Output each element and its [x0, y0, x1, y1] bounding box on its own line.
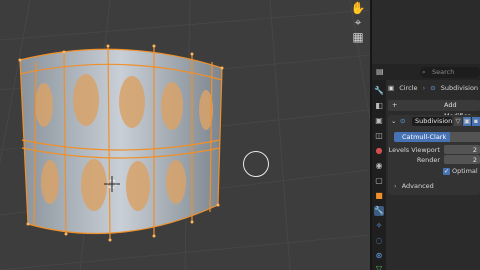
add-modifier-button[interactable]: + Add Modifier — [388, 100, 480, 120]
catmull-clark-button[interactable]: Catmull-Clark — [394, 132, 450, 142]
optimal-display-label: Optimal Dis — [452, 167, 480, 175]
simple-button[interactable] — [450, 132, 480, 142]
grid-icon[interactable]: ▦ — [350, 29, 366, 45]
levels-viewport-row: Levels Viewport 2 — [388, 145, 480, 155]
tab-render[interactable]: ◧ — [374, 101, 384, 111]
search-icon: ⌕ — [422, 68, 426, 76]
tab-view-layer[interactable]: ◫ — [374, 131, 384, 141]
properties-tabs: 🔧 ◧ ▣ ◫ ● ◉ ▢ ■ 🔧 ✧ ◌ ⊛ ▽ — [372, 80, 386, 270]
camera-icon[interactable]: ⌖ — [350, 14, 366, 30]
tab-scene[interactable]: ● — [374, 146, 384, 156]
tab-constraints[interactable]: ⊛ — [374, 251, 384, 261]
tab-output[interactable]: ▣ — [374, 116, 384, 126]
modifier-header: ⌄ ⊙ Subdivision ▽ ▣ ▪ — [388, 115, 480, 128]
subdivision-type-selector: Catmull-Clark — [394, 132, 480, 142]
subdivision-modifier-panel: ⌄ ⊙ Subdivision ▽ ▣ ▪ Catmull-Clark Leve… — [388, 115, 480, 195]
render-levels-field[interactable]: 2 — [444, 155, 480, 164]
object-icon: ▣ — [388, 84, 395, 92]
optimal-display-checkbox[interactable]: ✓ — [443, 168, 450, 175]
levels-viewport-field[interactable]: 2 — [444, 145, 480, 154]
properties-editor: ▤ ⌕ Search 🔧 ◧ ▣ ◫ ● ◉ ▢ ■ 🔧 ✧ ◌ ⊛ ▽ ▣ C… — [372, 0, 480, 270]
tab-tool[interactable]: 🔧 — [374, 86, 384, 96]
modifier-name-field[interactable]: Subdivision — [412, 117, 452, 126]
chevron-down-icon[interactable]: ⌄ — [391, 117, 396, 125]
tab-data[interactable]: ▽ — [374, 264, 384, 270]
chevron-right-icon: › — [394, 182, 397, 190]
brush-cursor — [243, 151, 269, 177]
editor-type-icon[interactable]: ▤ — [376, 67, 384, 76]
tab-world[interactable]: ◉ — [374, 161, 384, 171]
search-input[interactable]: ⌕ Search — [420, 67, 480, 78]
tab-particles[interactable]: ✧ — [374, 221, 384, 231]
tab-object[interactable]: ■ — [374, 191, 384, 201]
3d-viewport[interactable]: ✋ ⌖ ▦ — [0, 0, 370, 270]
advanced-subpanel-header[interactable]: › Advanced — [394, 181, 434, 191]
realtime-icon[interactable]: ▣ — [463, 117, 471, 126]
breadcrumb: ▣ Circle › ⊙ Subdivision — [388, 84, 479, 92]
render-icon[interactable]: ▪ — [472, 117, 480, 126]
chevron-right-icon: › — [422, 84, 426, 92]
cylinder-mesh[interactable] — [0, 0, 370, 270]
tab-collection[interactable]: ▢ — [374, 176, 384, 186]
subdivision-icon: ⊙ — [400, 117, 406, 125]
plus-icon: + — [392, 101, 398, 109]
tab-physics[interactable]: ◌ — [374, 236, 384, 246]
tab-modifiers[interactable]: 🔧 — [374, 206, 384, 216]
modifier-icon: ⊙ — [430, 84, 436, 92]
edit-mode-icon[interactable]: ▽ — [454, 117, 462, 126]
render-levels-row: Render 2 — [388, 155, 480, 165]
